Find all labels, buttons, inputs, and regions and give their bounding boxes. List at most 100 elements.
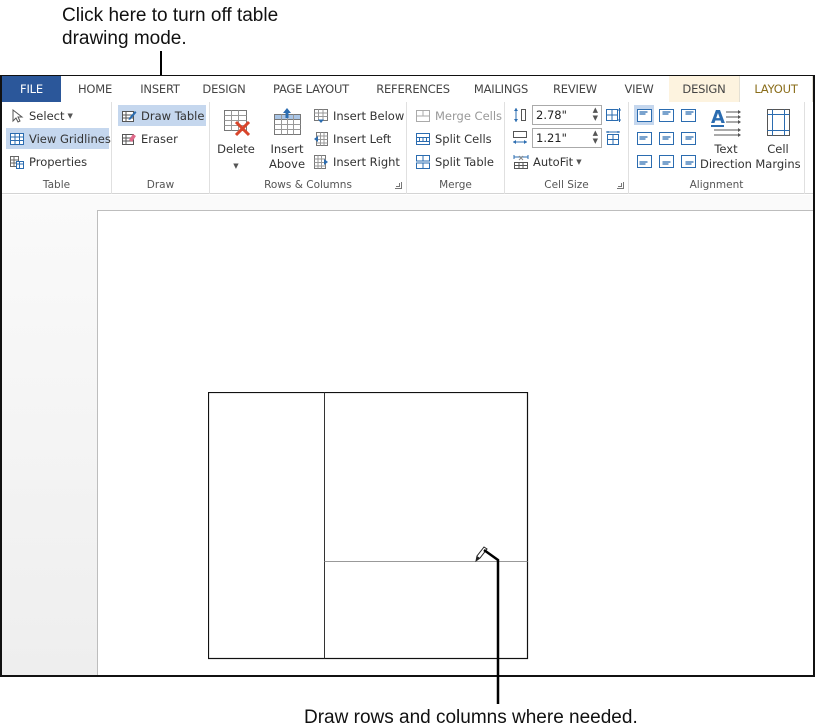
- insert-above-button[interactable]: Insert Above: [265, 104, 309, 172]
- insert-right-button[interactable]: Insert Right: [310, 151, 403, 172]
- ribbon: Select ▼ View Gridlines Properties Table…: [2, 102, 813, 194]
- align-top-right-button[interactable]: [678, 105, 698, 125]
- row-height-input[interactable]: 2.78" ▲ ▼: [532, 105, 602, 125]
- merge-cells-button[interactable]: Merge Cells: [412, 105, 505, 126]
- align-top-center-icon: [658, 108, 674, 122]
- chevron-down-icon: ▼: [67, 111, 73, 120]
- align-middle-center-icon: [658, 131, 674, 145]
- insert-below-icon: [313, 108, 329, 124]
- autofit-icon: [513, 154, 529, 170]
- tab-home[interactable]: HOME: [61, 76, 129, 102]
- group-table: Select ▼ View Gridlines Properties Table: [2, 102, 112, 194]
- text-direction-icon: A: [710, 106, 742, 138]
- chevron-down-icon: ▼: [233, 162, 239, 170]
- cell-margins-label-1: Cell: [767, 142, 789, 156]
- table-outer-border: [208, 392, 529, 660]
- align-bottom-right-button[interactable]: [678, 151, 698, 171]
- align-bottom-center-icon: [658, 154, 674, 168]
- align-bottom-center-button[interactable]: [656, 151, 676, 171]
- group-cell-size: 2.78" ▲ ▼ 1.21" ▲ ▼ AutoFit ▼ Cell Size: [505, 102, 629, 194]
- view-gridlines-label: View Gridlines: [29, 131, 111, 146]
- group-label-table: Table: [42, 179, 71, 191]
- insert-above-label-1: Insert: [270, 142, 304, 156]
- tab-table-design[interactable]: DESIGN: [669, 76, 739, 102]
- autofit-label: AutoFit: [533, 154, 574, 169]
- text-direction-button[interactable]: A Text Direction: [699, 104, 753, 172]
- properties-label: Properties: [29, 154, 88, 169]
- cell-margins-button[interactable]: Cell Margins: [753, 104, 803, 172]
- draw-table-icon: [121, 108, 137, 124]
- select-label: Select: [29, 108, 65, 123]
- tab-mailings[interactable]: MAILINGS: [461, 76, 541, 102]
- distribute-columns-icon[interactable]: [605, 130, 621, 146]
- tab-insert[interactable]: INSERT: [129, 76, 191, 102]
- group-draw: Draw Table Eraser Draw: [112, 102, 210, 194]
- merge-cells-label: Merge Cells: [435, 108, 503, 123]
- align-middle-right-icon: [680, 131, 696, 145]
- align-bottom-right-icon: [680, 154, 696, 168]
- distribute-rows-icon[interactable]: [605, 107, 621, 123]
- insert-above-label-2: Above: [268, 157, 306, 171]
- eraser-button[interactable]: Eraser: [118, 128, 181, 149]
- column-width-value: 1.21": [536, 131, 567, 145]
- callout-draw-rows-columns: Draw rows and columns where needed.: [304, 707, 638, 726]
- tab-page-layout[interactable]: PAGE LAYOUT: [257, 76, 365, 102]
- insert-right-label: Insert Right: [333, 154, 400, 169]
- group-label-draw: Draw: [146, 179, 175, 191]
- tab-view[interactable]: VIEW: [609, 76, 669, 102]
- tab-design[interactable]: DESIGN: [191, 76, 257, 102]
- spin-arrows-icon[interactable]: ▲ ▼: [593, 129, 598, 145]
- group-merge: Merge Cells Split Cells Split Table Merg…: [407, 102, 505, 194]
- column-width-input[interactable]: 1.21" ▲ ▼: [532, 128, 602, 148]
- gridlines-icon: [9, 131, 25, 147]
- align-middle-center-button[interactable]: [656, 128, 676, 148]
- group-rows-columns: Delete ▼ Insert Above Insert Below Inser…: [210, 102, 407, 194]
- align-top-left-button[interactable]: [634, 105, 654, 125]
- align-top-right-icon: [680, 108, 696, 122]
- ribbon-tabs: FILE HOME INSERT DESIGN PAGE LAYOUT REFE…: [2, 76, 813, 102]
- text-direction-label-2: Direction: [700, 157, 752, 171]
- autofit-button[interactable]: AutoFit ▼: [510, 151, 585, 172]
- spin-arrows-icon[interactable]: ▲ ▼: [593, 106, 598, 122]
- properties-button[interactable]: Properties: [6, 151, 90, 172]
- split-cells-button[interactable]: Split Cells: [412, 128, 495, 149]
- insert-below-button[interactable]: Insert Below: [310, 105, 407, 126]
- group-label-rows-columns: Rows & Columns: [264, 179, 352, 191]
- tab-references[interactable]: REFERENCES: [365, 76, 461, 102]
- align-bottom-left-button[interactable]: [634, 151, 654, 171]
- dialog-launcher-icon[interactable]: [617, 182, 624, 189]
- delete-table-icon: [220, 106, 252, 138]
- split-cells-label: Split Cells: [435, 131, 492, 146]
- tab-review[interactable]: REVIEW: [541, 76, 609, 102]
- view-gridlines-button[interactable]: View Gridlines: [6, 128, 111, 149]
- cell-margins-icon: [762, 106, 794, 138]
- delete-label: Delete: [217, 142, 255, 156]
- text-direction-label-1: Text: [714, 142, 738, 156]
- cell-margins-label-2: Margins: [755, 157, 801, 171]
- draw-table-button[interactable]: Draw Table: [118, 105, 206, 126]
- tab-table-layout[interactable]: LAYOUT: [739, 76, 813, 102]
- split-table-label: Split Table: [435, 154, 494, 169]
- insert-left-icon: [313, 131, 329, 147]
- insert-left-button[interactable]: Insert Left: [310, 128, 394, 149]
- align-bottom-left-icon: [636, 154, 652, 168]
- align-middle-left-button[interactable]: [634, 128, 654, 148]
- insert-right-icon: [313, 154, 329, 170]
- align-top-left-icon: [636, 108, 652, 122]
- svg-text:A: A: [711, 107, 725, 128]
- insert-below-label: Insert Below: [333, 108, 405, 123]
- table-properties-icon: [9, 154, 25, 170]
- eraser-icon: [121, 131, 137, 147]
- dialog-launcher-icon[interactable]: [395, 182, 402, 189]
- align-top-center-button[interactable]: [656, 105, 676, 125]
- select-button[interactable]: Select ▼: [6, 105, 76, 126]
- group-label-merge: Merge: [439, 179, 472, 191]
- split-table-icon: [415, 154, 431, 170]
- column-width-icon: [512, 130, 528, 146]
- row-height-value: 2.78": [536, 108, 567, 122]
- delete-button[interactable]: Delete ▼: [215, 104, 257, 174]
- row-height-icon: [512, 107, 528, 123]
- align-middle-right-button[interactable]: [678, 128, 698, 148]
- tab-file[interactable]: FILE: [2, 76, 61, 102]
- split-table-button[interactable]: Split Table: [412, 151, 497, 172]
